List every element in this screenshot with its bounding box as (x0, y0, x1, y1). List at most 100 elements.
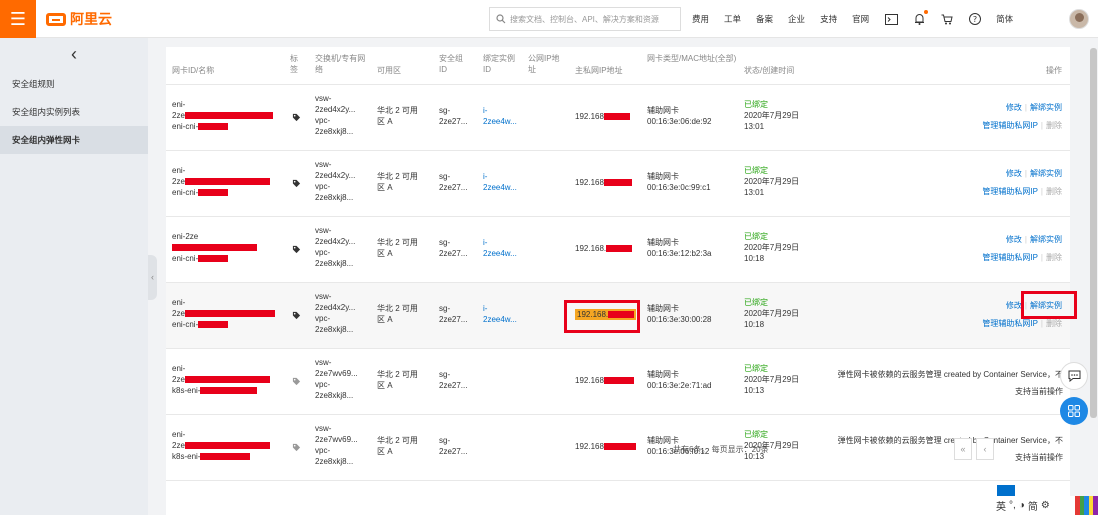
delete-link[interactable]: 删除 (1046, 253, 1062, 262)
moon-icon[interactable]: ◑ (1019, 500, 1025, 511)
status-badge: 已绑定 (744, 298, 768, 307)
redaction (172, 244, 257, 252)
redaction (603, 179, 632, 187)
tag-icon[interactable] (292, 245, 301, 254)
nav-official-site[interactable]: 官网 (852, 13, 869, 25)
terminal-icon[interactable] (884, 12, 898, 26)
row-actions: 修改 | 解绑实例 管理辅助私网IP | 删除 (982, 235, 1062, 262)
color-strip (1075, 496, 1098, 515)
edit-link[interactable]: 修改 (1006, 103, 1022, 112)
redaction (198, 321, 229, 329)
nav-enterprise[interactable]: 企业 (788, 13, 805, 25)
instance-id-link[interactable]: i- 2zee4w... (483, 303, 517, 325)
delete-link[interactable]: 删除 (1046, 187, 1062, 196)
edit-link[interactable]: 修改 (1006, 301, 1022, 310)
unbind-instance-link[interactable]: 解绑实例 (1030, 235, 1062, 244)
delete-link[interactable]: 删除 (1046, 319, 1062, 328)
menu-icon[interactable]: ☰ (0, 0, 36, 38)
edit-link[interactable]: 修改 (1006, 235, 1022, 244)
sidebar-item-sg-rules[interactable]: 安全组规则 (0, 70, 148, 98)
nav-filing[interactable]: 备案 (756, 13, 773, 25)
nic-id: eni- 2ze eni-cni- (172, 297, 275, 330)
redaction (200, 453, 251, 461)
nic-id: eni- 2ze k8s-eni- (172, 429, 270, 462)
redaction (603, 113, 630, 121)
delete-link[interactable]: 删除 (1046, 121, 1062, 130)
row-note: 弹性网卡被依赖的云服务管理 created by Container Servi… (837, 370, 1063, 396)
ime-mode[interactable]: 简 (1028, 498, 1038, 513)
ime-lang[interactable]: 英 (996, 498, 1006, 513)
col-ops: 操作 (1046, 66, 1062, 75)
tag-icon[interactable] (292, 377, 301, 386)
redaction (184, 178, 270, 186)
ime-toolbar[interactable]: 英 °, ◑ 简 ⚙ (993, 496, 1075, 515)
language-switch[interactable]: 简体 (996, 13, 1013, 25)
col-private-ip: 主私网IP地址 (575, 66, 623, 75)
status-time: 已绑定 2020年7月29日 10:18 (744, 298, 800, 329)
tag-icon[interactable] (292, 179, 301, 188)
apps-icon[interactable] (1060, 397, 1088, 425)
pager-prev-button[interactable]: ‹ (976, 438, 994, 460)
nav-support[interactable]: 支持 (820, 13, 837, 25)
instance-id-link[interactable]: i- 2zee4w... (483, 105, 517, 127)
search-input[interactable]: 搜索文档、控制台、API、解决方案和资源 (489, 7, 681, 31)
scrollbar[interactable] (1089, 38, 1098, 515)
manage-secondary-ip-link[interactable]: 管理辅助私网IP (982, 319, 1038, 328)
vswitch-vpc: vsw- 2ze7wv69... vpc- 2ze8xkj8... (315, 358, 358, 400)
instance-id-link[interactable]: i- 2zee4w... (483, 237, 517, 259)
redaction (198, 123, 229, 131)
row-actions: 修改 | 解绑实例 管理辅助私网IP | 删除 (982, 169, 1062, 196)
manage-secondary-ip-link[interactable]: 管理辅助私网IP (982, 253, 1038, 262)
highlight-box (1021, 291, 1077, 319)
scrollbar-thumb[interactable] (1090, 48, 1097, 418)
private-ip: 192.168 (575, 111, 630, 122)
help-icon[interactable]: ? (968, 12, 982, 26)
brand-logo[interactable]: 阿里云 (46, 10, 112, 28)
unbind-instance-link[interactable]: 解绑实例 (1030, 103, 1062, 112)
edit-link[interactable]: 修改 (1006, 169, 1022, 178)
instance-id-link[interactable]: i- 2zee4w... (483, 171, 517, 193)
tag-icon[interactable] (292, 443, 301, 452)
col-nic-type-filter[interactable]: 网卡类型/MAC地址(全部) (647, 53, 737, 64)
zone: 华北 2 可用区 A (377, 172, 418, 192)
sidebar-item-sg-enis[interactable]: 安全组内弹性网卡 (0, 126, 148, 154)
status-badge: 已绑定 (744, 100, 768, 109)
pager-summary: 共有6条。 每页显示：20条 (673, 445, 769, 454)
redaction (606, 245, 633, 253)
sidebar-item-sg-instances[interactable]: 安全组内实例列表 (0, 98, 148, 126)
tag-icon[interactable] (292, 113, 301, 122)
feedback-icon[interactable] (1060, 362, 1088, 390)
tag-icon[interactable] (292, 311, 301, 320)
vswitch-vpc: vsw- 2zed4x2y... vpc- 2ze8xkj8... (315, 292, 356, 334)
unbind-instance-link[interactable]: 解绑实例 (1030, 169, 1062, 178)
nav-fees[interactable]: 费用 (692, 13, 709, 25)
col-public-ip: 公网IP地址 (528, 54, 560, 74)
gear-icon[interactable]: ⚙ (1041, 500, 1050, 511)
col-zone: 可用区 (377, 66, 401, 75)
pager-first-button[interactable]: « (954, 438, 972, 460)
security-group-id: sg- 2ze27... (439, 370, 468, 390)
zone: 华北 2 可用区 A (377, 106, 418, 126)
eni-table: 网卡ID/名称 标签 交换机/专有网络 可用区 安全组ID 绑定实例ID 公网I… (166, 47, 1077, 515)
chevron-left-icon[interactable]: ‹ (0, 38, 148, 70)
ime-punct-icon[interactable]: °, (1009, 500, 1016, 511)
zone: 华北 2 可用区 A (377, 436, 418, 456)
status-time: 已绑定 2020年7月29日 13:01 (744, 166, 800, 197)
status-time: 已绑定 2020年7月29日 13:01 (744, 100, 800, 131)
table-row: eni- 2ze eni-cni- vsw- 2zed4x2y... vpc- 2ze… (166, 85, 1070, 151)
nic-id: eni- 2ze eni-cni- (172, 99, 273, 132)
top-nav: 费用 工单 备案 企业 支持 官网 ? 简体 (692, 0, 1028, 38)
nic-type-mac: 辅助网卡 00:16:3e:30:00:28 (647, 304, 712, 324)
manage-secondary-ip-link[interactable]: 管理辅助私网IP (982, 121, 1038, 130)
nav-tickets[interactable]: 工单 (724, 13, 741, 25)
row-actions: 修改 | 解绑实例 管理辅助私网IP | 删除 (982, 103, 1062, 130)
security-group-id: sg- 2ze27... (439, 436, 468, 456)
manage-secondary-ip-link[interactable]: 管理辅助私网IP (982, 187, 1038, 196)
avatar[interactable] (1069, 9, 1089, 29)
cart-icon[interactable] (940, 12, 954, 26)
private-ip: 192.168. (575, 243, 633, 254)
status-time: 已绑定 2020年7月29日 10:13 (744, 364, 800, 395)
svg-text:?: ? (973, 15, 977, 24)
bell-icon[interactable] (912, 10, 929, 26)
sidebar-collapse-handle[interactable]: ‹ (148, 255, 157, 300)
